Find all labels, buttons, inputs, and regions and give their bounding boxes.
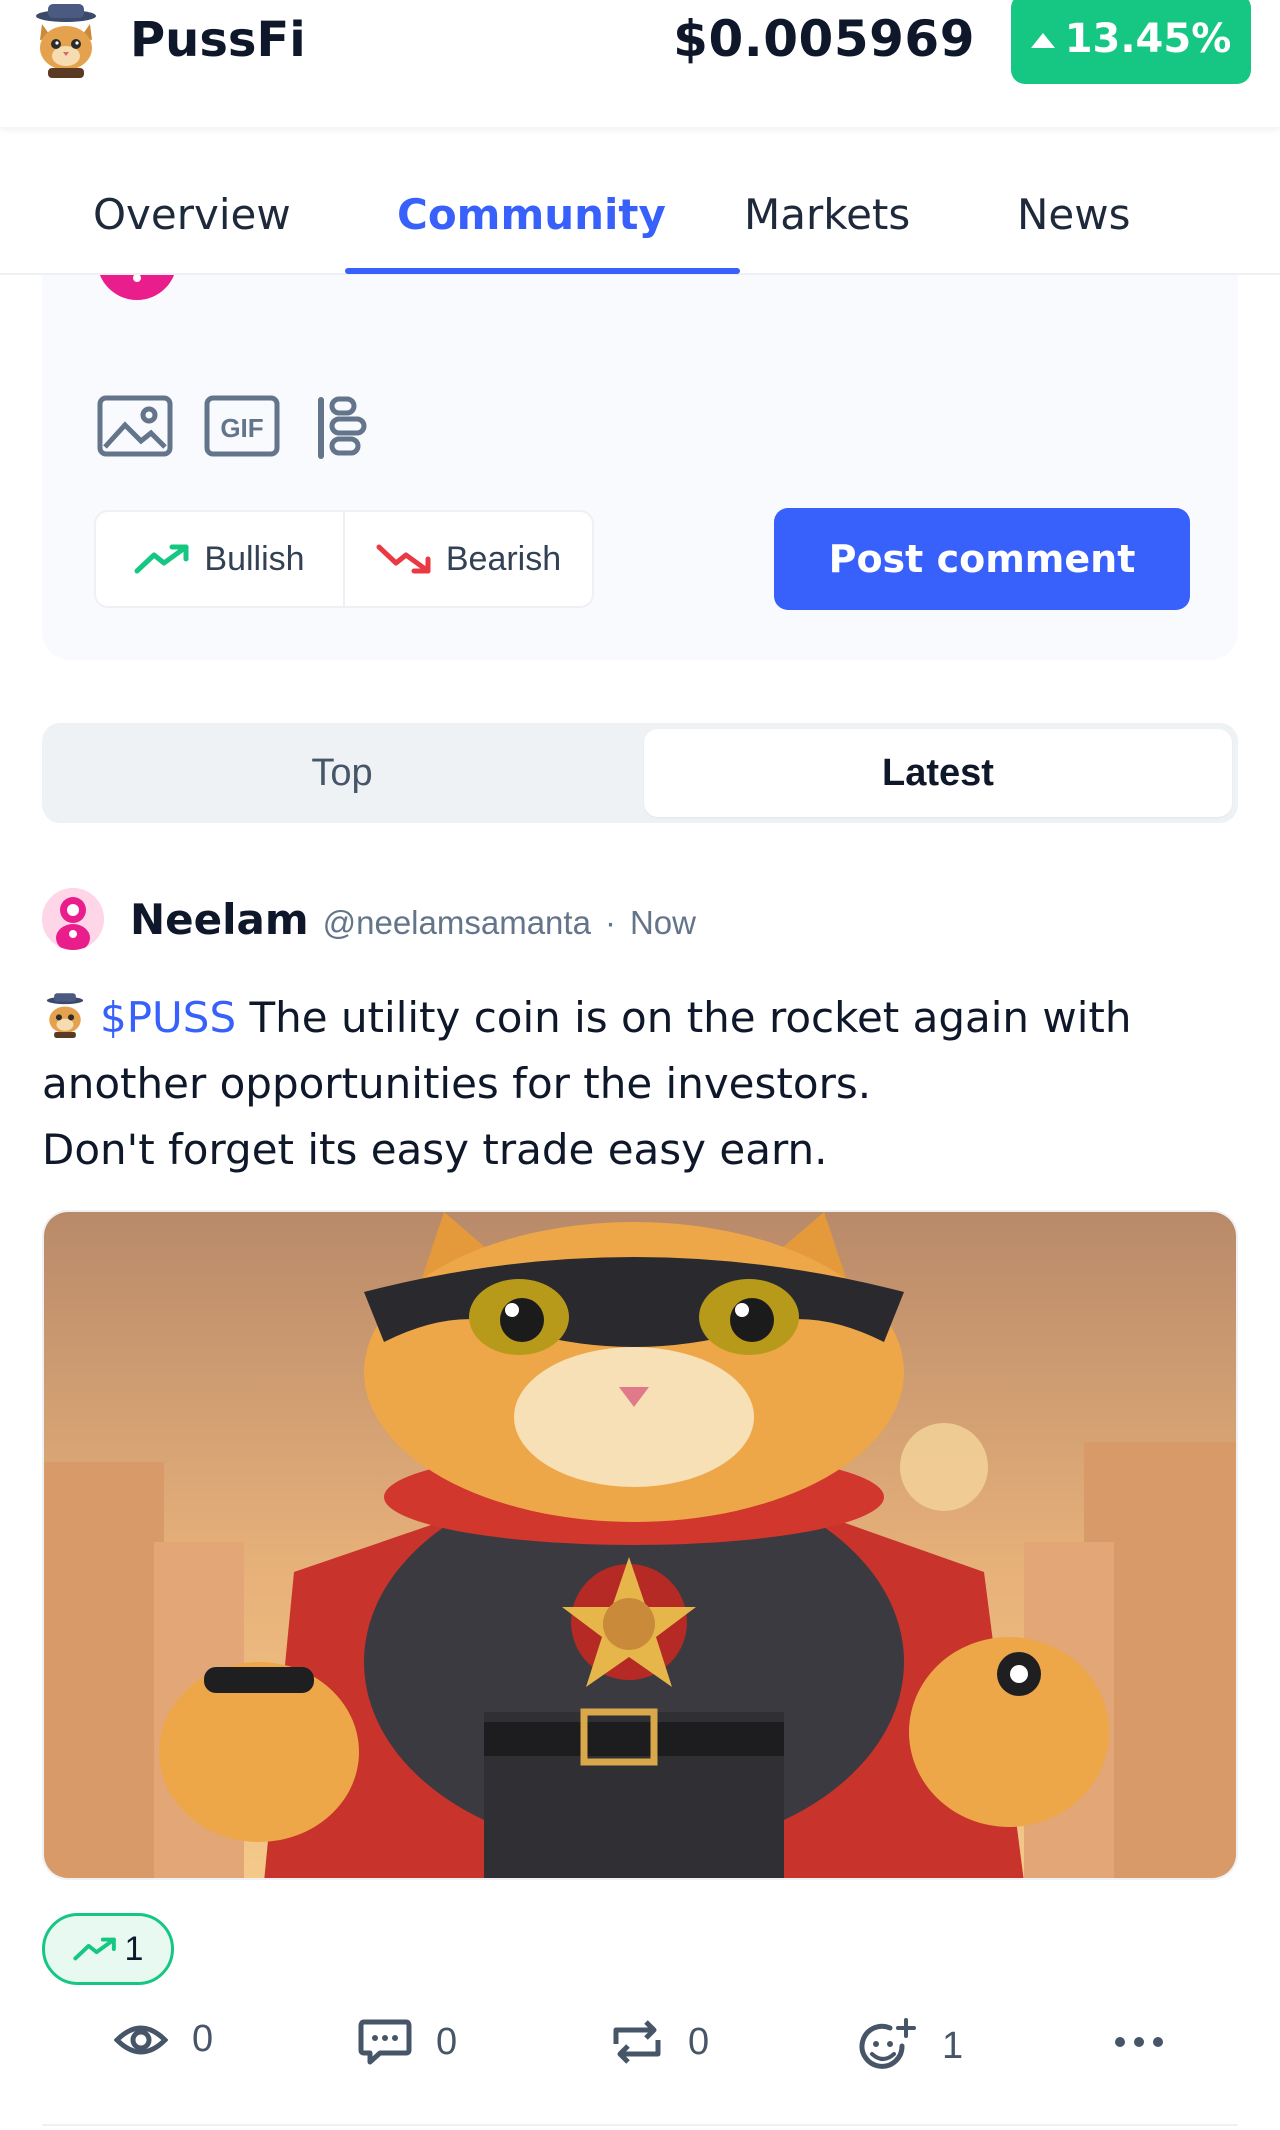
author-handle[interactable]: @neelamsamanta — [323, 904, 591, 942]
repost-count: 0 — [688, 2020, 710, 2063]
trending-up-icon — [134, 544, 189, 574]
bearish-label: Bearish — [445, 539, 562, 578]
active-tab-indicator — [345, 268, 740, 274]
comments-count: 0 — [436, 2020, 458, 2063]
add-reaction-icon — [859, 2018, 916, 2069]
gif-icon[interactable]: GIF — [204, 395, 280, 457]
more-options-icon[interactable] — [1113, 2035, 1165, 2054]
bullish-sentiment-chip[interactable]: 1 — [42, 1913, 174, 1985]
caret-up-icon — [1030, 32, 1055, 48]
post-comment-button[interactable]: Post comment — [774, 508, 1190, 610]
comment-icon — [358, 2019, 412, 2065]
coin-name: PussFi — [130, 12, 306, 68]
tab-community[interactable]: Community — [397, 190, 666, 239]
post-time: Now — [629, 904, 696, 941]
views-stat[interactable]: 0 — [114, 2018, 213, 2061]
price-change-badge: 13.45% — [1011, 0, 1251, 84]
eye-icon — [114, 2025, 168, 2054]
separator-dot: · — [604, 904, 616, 941]
author-name[interactable]: Neelam — [130, 895, 309, 944]
divider — [42, 2124, 1238, 2126]
bullish-button[interactable]: Bullish — [96, 512, 343, 606]
top-bar: PussFi $0.005969 13.45% — [0, 0, 1280, 127]
comments-stat[interactable]: 0 — [358, 2018, 457, 2066]
sort-top-option[interactable]: Top — [48, 729, 636, 817]
sentiment-selector: Bullish Bearish — [94, 510, 594, 608]
tab-bar: Overview Community Markets News — [0, 150, 1280, 275]
svg-text:GIF: GIF — [220, 413, 263, 443]
tab-overview[interactable]: Overview — [93, 190, 291, 239]
repost-icon — [613, 2020, 661, 2064]
puss-token-icon — [46, 993, 84, 1038]
post-text-line-2: Don't forget its easy trade easy earn. — [42, 1125, 828, 1174]
sort-latest-option[interactable]: Latest — [644, 729, 1232, 817]
post-text: $PUSS The utility coin is on the rocket … — [42, 985, 1238, 1183]
post-image[interactable] — [42, 1210, 1238, 1880]
price-change-value: 13.45% — [1064, 16, 1232, 62]
trending-up-icon — [72, 1937, 116, 1961]
trending-down-icon — [376, 544, 431, 574]
views-count: 0 — [192, 2018, 214, 2060]
coin-price: $0.005969 — [673, 10, 975, 68]
author-avatar[interactable] — [42, 888, 104, 950]
bullish-label: Bullish — [204, 539, 305, 578]
post-header: Neelam @neelamsamanta · Now — [130, 895, 696, 944]
image-icon[interactable] — [97, 395, 173, 457]
sort-toggle: Top Latest — [42, 723, 1238, 823]
bullish-count: 1 — [124, 1929, 144, 1968]
pussfi-logo — [30, 2, 102, 78]
repost-stat[interactable]: 0 — [610, 2018, 709, 2066]
cashtag-link[interactable]: $PUSS — [100, 993, 236, 1042]
tab-news[interactable]: News — [1017, 190, 1131, 239]
poll-icon[interactable] — [314, 395, 370, 459]
bearish-button[interactable]: Bearish — [343, 512, 592, 606]
reaction-stat[interactable]: 1 — [858, 2018, 963, 2074]
tab-markets[interactable]: Markets — [744, 190, 910, 239]
reaction-count: 1 — [942, 2024, 964, 2067]
